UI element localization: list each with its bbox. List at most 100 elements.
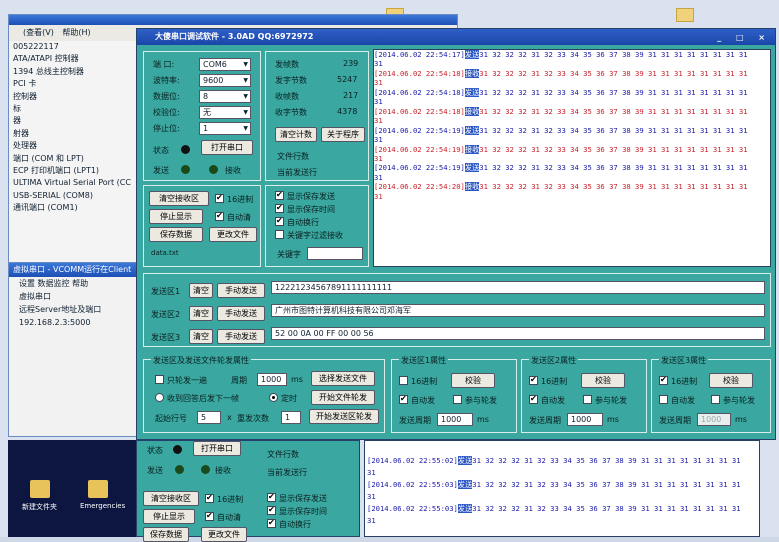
send-area-3-clear-button[interactable]: 清空 — [189, 329, 213, 344]
recv-tag: 发送 — [457, 504, 473, 513]
area1-auto-send-label: 自动发 — [411, 396, 435, 405]
area2-period-label: 发送周期 — [529, 416, 561, 425]
recv-next-radio[interactable] — [155, 393, 164, 402]
menu-view[interactable]: (查看(V) — [23, 28, 54, 37]
auto-wrap-checkbox[interactable] — [267, 518, 276, 528]
hex-checkbox[interactable] — [205, 493, 214, 503]
hex-label: 16进制 — [227, 195, 254, 204]
stop-display-button[interactable]: 停止显示 — [149, 209, 203, 224]
hex-checkbox[interactable] — [215, 193, 224, 203]
area1-hex-label: 16进制 — [411, 377, 438, 386]
show-time-checkbox[interactable] — [275, 203, 284, 213]
recv-bytes: 31 — [367, 516, 376, 525]
area3-hex-checkbox[interactable] — [659, 375, 668, 385]
recv-bytes: 31 — [374, 135, 383, 145]
auto-clear-checkbox[interactable] — [205, 511, 214, 521]
period-input[interactable]: 1000 — [257, 373, 287, 386]
area1-hex-checkbox[interactable] — [399, 376, 408, 385]
area2-period-input[interactable]: 1000 — [567, 413, 603, 426]
send-once-checkbox[interactable] — [155, 375, 164, 384]
recv-line: 31 — [374, 173, 770, 182]
show-send-checkbox[interactable] — [267, 492, 276, 502]
recv-line: 31 — [365, 467, 759, 479]
auto-wrap-checkbox[interactable] — [275, 216, 284, 226]
area3-auto-send-checkbox[interactable] — [659, 395, 668, 404]
port-select[interactable]: COM6 — [199, 58, 251, 71]
open-port-button[interactable]: 打开串口 — [201, 140, 253, 155]
databits-select[interactable]: 8 — [199, 90, 251, 103]
start-area-cycle-button[interactable]: 开始发送区轮发 — [309, 409, 379, 424]
folder-icon[interactable] — [676, 8, 694, 22]
state-label: 状态 — [153, 146, 169, 155]
area1-auto-send-checkbox[interactable] — [399, 394, 408, 404]
send-area-1-input[interactable]: 12221234567891111111111 — [271, 281, 765, 294]
send-area-1-label: 发送区1 — [151, 287, 181, 296]
area2-auto-send-label: 自动发 — [541, 396, 565, 405]
stopbits-select[interactable]: 1 — [199, 122, 251, 135]
auto-wrap-label: 自动换行 — [287, 218, 319, 227]
show-time-checkbox[interactable] — [267, 505, 276, 515]
select-file-button[interactable]: 选择发送文件 — [311, 371, 375, 386]
recv-timestamp: [2014.06.02 22:54:18] — [374, 87, 465, 97]
desktop-icon-label: Emergencies — [80, 502, 126, 510]
recv-bytes: 31 — [367, 468, 376, 477]
change-file-button[interactable]: 更改文件 — [201, 527, 247, 542]
save-data-button[interactable]: 保存数据 — [143, 527, 189, 542]
open-port-button[interactable]: 打开串口 — [193, 441, 241, 456]
clear-count-button[interactable]: 清空计数 — [275, 127, 317, 142]
area2-verify-button[interactable]: 校验 — [581, 373, 625, 388]
start-row-input[interactable]: 5 — [197, 411, 221, 424]
vcomm-menu[interactable]: 设置 数据监控 帮助 — [9, 277, 147, 290]
baud-select[interactable]: 9600 — [199, 74, 251, 87]
recv-tag: 发送 — [464, 87, 480, 97]
parity-select[interactable]: 无 — [199, 106, 251, 119]
area1-join-checkbox[interactable] — [453, 395, 462, 404]
window-controls[interactable]: _ □ × — [717, 30, 771, 46]
send-area-3-send-button[interactable]: 手动发送 — [217, 329, 265, 344]
start-row-label: 起始行号 — [155, 414, 187, 423]
area2-auto-send-checkbox[interactable] — [529, 394, 538, 404]
area3-verify-button[interactable]: 校验 — [709, 373, 753, 388]
recv-bytes: 31 — [374, 191, 383, 201]
area3-auto-send-label: 自动发 — [671, 396, 695, 405]
clear-recv-button[interactable]: 清空接收区 — [149, 191, 209, 206]
second-recv-area[interactable]: [2014.06.02 22:55:02]发送31 32 32 32 31 32… — [364, 440, 760, 537]
folder-icon[interactable] — [88, 480, 108, 498]
recv-line: 31 — [374, 78, 770, 87]
change-file-button[interactable]: 更改文件 — [209, 227, 257, 242]
send-area-3-input[interactable]: 52 00 0A 00 FF 00 00 56 — [271, 327, 765, 340]
stop-display-button[interactable]: 停止显示 — [143, 509, 195, 524]
menu-help[interactable]: 帮助(H) — [62, 28, 90, 37]
recv-bytes: 31 — [374, 153, 383, 163]
show-send-checkbox[interactable] — [275, 190, 284, 200]
recv-line: [2014.06.02 22:54:19]接收31 32 32 32 31 32… — [374, 144, 770, 154]
start-file-cycle-button[interactable]: 开始文件轮发 — [311, 390, 375, 405]
keyword-filter-checkbox[interactable] — [275, 230, 284, 239]
send-area-1-send-button[interactable]: 手动发送 — [217, 283, 265, 298]
recv-tag: 接收 — [464, 182, 480, 192]
keyword-input[interactable] — [307, 247, 363, 260]
send-area-1-clear-button[interactable]: 清空 — [189, 283, 213, 298]
tx-bytes-value: 5247 — [337, 75, 358, 84]
clear-recv-button[interactable]: 清空接收区 — [143, 491, 199, 506]
area3-props-title: 发送区3属性 — [659, 355, 709, 366]
save-data-button[interactable]: 保存数据 — [149, 227, 203, 242]
send-area-2-clear-button[interactable]: 清空 — [189, 306, 213, 321]
auto-clear-checkbox[interactable] — [215, 211, 224, 221]
recv-area[interactable]: [2014.06.02 22:54:17]发送31 32 32 32 31 32… — [373, 49, 771, 267]
area1-verify-button[interactable]: 校验 — [451, 373, 495, 388]
timed-radio[interactable] — [269, 393, 278, 402]
area3-period-input[interactable]: 1000 — [697, 413, 731, 426]
folder-icon[interactable] — [30, 480, 50, 498]
area2-join-checkbox[interactable] — [583, 395, 592, 404]
send-area-2-input[interactable]: 广州市图特计算机科技有限公司邓海军 — [271, 304, 765, 317]
area2-hex-checkbox[interactable] — [529, 375, 538, 385]
about-button[interactable]: 关于程序 — [321, 127, 365, 142]
area1-period-input[interactable]: 1000 — [437, 413, 473, 426]
resend-times-input[interactable]: 1 — [281, 411, 301, 424]
area3-join-checkbox[interactable] — [711, 395, 720, 404]
send-area-2-send-button[interactable]: 手动发送 — [217, 306, 265, 321]
recv-bytes: 31 32 32 32 31 32 33 34 35 36 37 38 39 3… — [479, 50, 748, 59]
recv-line: 31 — [374, 116, 770, 125]
recv-timestamp: [2014.06.02 22:54:20] — [374, 182, 465, 192]
